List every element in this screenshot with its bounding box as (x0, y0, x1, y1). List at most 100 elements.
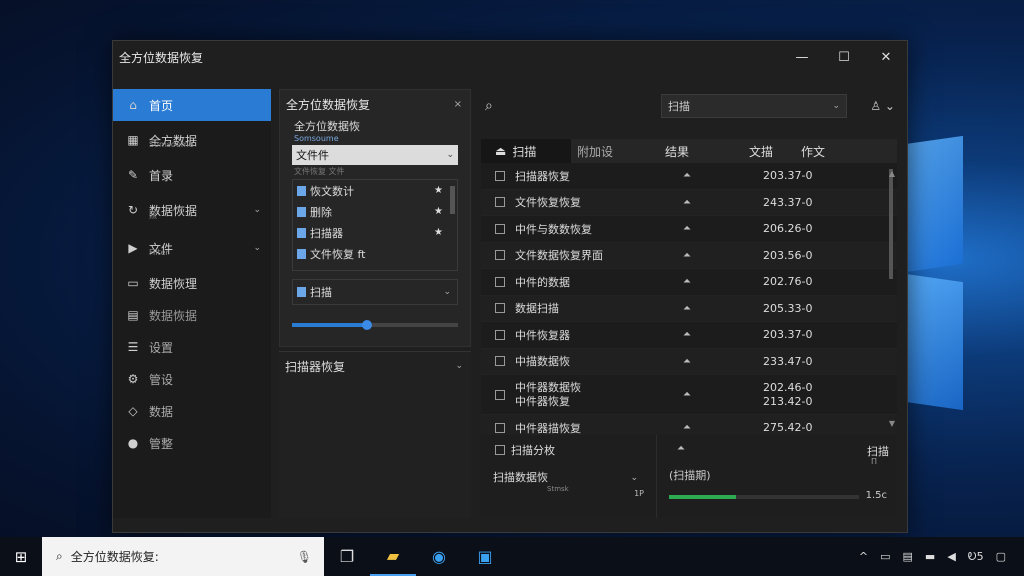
table-row[interactable]: 数据扫描 ⏶ 205.33-0 (481, 295, 897, 322)
panel-close-icon[interactable]: × (454, 99, 462, 110)
list-item[interactable]: 删除 ★ (293, 201, 457, 222)
col-header-result[interactable]: 结果 (655, 143, 733, 160)
list-item[interactable]: 恢文数计 ★ (293, 180, 457, 201)
table-row[interactable]: 中件恢复器 ⏶ 203.37-0 (481, 322, 897, 349)
scan-dropdown[interactable]: 扫描 ⌄ (661, 94, 847, 118)
option-chevron-icon[interactable]: ⌄ (630, 473, 638, 483)
search-icon[interactable]: ⌕ (485, 98, 505, 114)
row-date: 205.33-0 (763, 301, 813, 315)
checkbox[interactable] (495, 445, 505, 455)
row-name: 中件器数据恢 中件器恢复 (515, 380, 581, 408)
row-checkbox[interactable] (495, 329, 505, 340)
nav-item-files[interactable]: ▶ 文件 Filter ⌄ (113, 229, 271, 267)
chevron-down-icon[interactable]: ⌄ (253, 205, 261, 215)
file-type-select[interactable]: 文件件 ⌄ (292, 145, 458, 165)
minimize-button[interactable]: — (781, 41, 823, 73)
windows-start-icon[interactable]: ⊞ (0, 548, 42, 566)
row-date: 203.56-0 (763, 248, 813, 262)
monitor-icon[interactable]: ▬ (925, 550, 935, 563)
desktop-windows-logo (905, 135, 1024, 420)
row-checkbox[interactable] (495, 276, 505, 287)
task-view-icon[interactable]: ❐ (324, 537, 370, 576)
folder-select[interactable]: 扫描 ⌄ (292, 279, 458, 305)
slider-thumb[interactable] (361, 320, 372, 330)
scroll-up-icon[interactable]: ▲ (889, 169, 895, 178)
row-checkbox[interactable] (495, 389, 505, 400)
row-checkbox[interactable] (495, 197, 505, 208)
nav-item-data-manage[interactable]: ▭ 数据恢理 (113, 267, 271, 299)
file-icon (297, 185, 306, 196)
files-icon: ▤ (127, 308, 139, 322)
slider-fill (292, 323, 367, 327)
flag-icon: ⏶ (683, 422, 691, 434)
battery-icon[interactable]: ▭ (880, 550, 890, 563)
maximize-button[interactable]: ☐ (823, 41, 865, 73)
table-row[interactable]: 中件器数据恢 中件器恢复 ⏶ 202.46-0 213.42-0 (481, 375, 897, 415)
chevron-down-icon[interactable]: ⌄ (253, 243, 261, 253)
nav-label: 数据恢理 (149, 276, 198, 291)
notification-icon[interactable]: ▢ (996, 550, 1006, 563)
file-icon (297, 248, 306, 259)
nav-item-recover[interactable]: ↻ 数据恢据 照 ⌄ (113, 191, 271, 229)
list-scrollbar[interactable] (450, 186, 455, 214)
microphone-icon[interactable]: 🎙 (297, 550, 312, 564)
scan-icon: ⏏ (495, 144, 507, 158)
section-header[interactable]: 扫描器恢复 ⌄ (279, 352, 471, 380)
taskbar-search[interactable]: ⌕ 全方位数据恢复: 🎙 (42, 537, 324, 576)
table-row[interactable]: 中件的数据 ⏶ 202.76-0 (481, 269, 897, 296)
nav-item-manage[interactable]: ⚙ 管设 (113, 363, 271, 395)
nav-item-home[interactable]: ⌂ 首页 (113, 89, 271, 121)
row-checkbox[interactable] (495, 422, 505, 433)
table-row[interactable]: 中件与数数恢复 ⏶ 206.26-0 (481, 216, 897, 243)
user-icon[interactable]: ♙ ⌄ (870, 99, 895, 113)
nav-item-settings[interactable]: ☰ 设置 (113, 331, 271, 363)
search-icon: ⌕ (56, 549, 63, 563)
nav-item-records[interactable]: ✎ 首录 (113, 159, 271, 191)
pin-icon[interactable]: ★ (434, 227, 443, 238)
clock-text[interactable]: Ꭷ5 (968, 550, 984, 564)
chevron-up-icon[interactable]: ^ (859, 550, 868, 563)
table-row[interactable]: 文件恢复恢复 ⏶ 243.37-0 (481, 189, 897, 216)
flag-icon: ⏶ (683, 223, 691, 235)
edge-browser-icon[interactable]: ◉ (416, 537, 462, 576)
scroll-down-icon[interactable]: ▼ (889, 419, 895, 428)
pin-icon[interactable]: ★ (434, 206, 443, 217)
nav-item-admin[interactable]: ● 管整 (113, 427, 271, 459)
pin-icon[interactable]: ★ (434, 185, 443, 196)
col-header-scan[interactable]: ⏏ 扫描 (481, 139, 571, 163)
nav-item-data-recover2[interactable]: ▤ 数据恢据 (113, 299, 271, 331)
table-scrollbar[interactable] (889, 169, 893, 279)
row-checkbox[interactable] (495, 170, 505, 181)
file-explorer-icon[interactable]: ▰ (370, 537, 416, 576)
row-date: 243.37-0 (763, 195, 813, 209)
close-button[interactable]: ✕ (865, 41, 907, 73)
panel-label: 全方位数据恢 (294, 120, 360, 133)
depth-slider[interactable] (292, 320, 458, 330)
row-checkbox[interactable] (495, 356, 505, 367)
col-header-extra[interactable]: 附加设 (571, 143, 655, 160)
toolbar: ⌕ 扫描 ⌄ ♙ ⌄ (481, 89, 897, 123)
volume-icon[interactable]: ◀ (947, 550, 955, 563)
nav-item-all-data[interactable]: ▦ 全方数据 Somsoume (113, 121, 271, 159)
file-name: 恢文数计 (310, 184, 354, 198)
row-checkbox[interactable] (495, 303, 505, 314)
status-text: (扫描期) (669, 469, 711, 482)
grid-icon: ▦ (127, 133, 139, 147)
table-row[interactable]: 中描数据恢 ⏶ 233.47-0 (481, 348, 897, 375)
list-item[interactable]: 扫描器 ★ (293, 222, 457, 243)
row-checkbox[interactable] (495, 250, 505, 261)
flag-icon: ⏶ (683, 329, 691, 341)
network-icon[interactable]: ▤ (903, 550, 913, 563)
col-header-author[interactable]: 作文 (795, 143, 825, 160)
store-icon[interactable]: ▣ (462, 537, 508, 576)
taskbar: ⊞ ⌕ 全方位数据恢复: 🎙 ❐ ▰ ◉ ▣ ^ ▭ ▤ ▬ ◀ Ꭷ5 ▢ (0, 537, 1024, 576)
list-item[interactable]: 文件恢复 ft (293, 243, 457, 264)
table-row[interactable]: 扫描器恢复 ⏶ 203.37-0 (481, 163, 897, 190)
row-name: 中件恢复器 (515, 328, 570, 342)
title-bar[interactable]: 全方位数据恢复 — ☐ ✕ (113, 41, 907, 73)
folder-select-value: 扫描 (310, 286, 332, 299)
col-header-desc[interactable]: 文描 (733, 143, 795, 160)
table-row[interactable]: 文件数据恢复界面 ⏶ 203.56-0 (481, 242, 897, 269)
row-checkbox[interactable] (495, 223, 505, 234)
nav-item-data[interactable]: ◇ 数据 (113, 395, 271, 427)
